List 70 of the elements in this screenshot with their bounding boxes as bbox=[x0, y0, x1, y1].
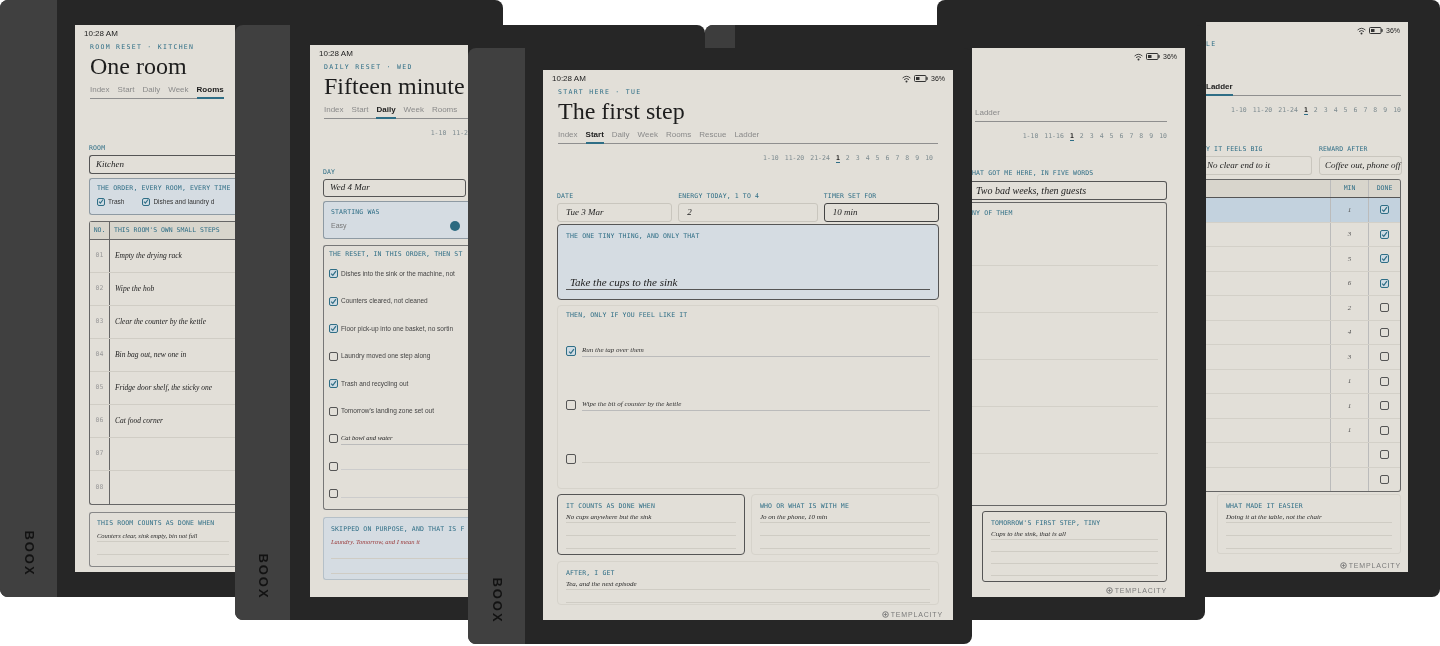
checkbox[interactable] bbox=[329, 296, 338, 306]
wifi-icon bbox=[902, 74, 911, 83]
checkbox[interactable] bbox=[329, 351, 338, 361]
input-field[interactable]: 10 min bbox=[823, 203, 939, 222]
checkbox[interactable] bbox=[566, 454, 576, 464]
tab[interactable]: Start bbox=[117, 84, 135, 99]
tab[interactable]: Week bbox=[168, 84, 189, 99]
answer-box[interactable]: Take the cups to the sink bbox=[566, 275, 930, 290]
tab[interactable]: Rooms bbox=[196, 84, 224, 99]
tab[interactable]: Ladder bbox=[734, 129, 760, 144]
tab[interactable]: Start bbox=[351, 104, 369, 119]
checkbox[interactable] bbox=[1380, 450, 1389, 460]
tab[interactable]: Week bbox=[637, 129, 658, 144]
input-field[interactable]: Tue 3 Mar bbox=[557, 203, 673, 222]
tab[interactable]: Rooms bbox=[431, 104, 458, 119]
checkbox[interactable] bbox=[1380, 376, 1389, 386]
tab[interactable]: Week bbox=[403, 104, 424, 119]
battery-icon bbox=[1369, 27, 1383, 34]
checkbox[interactable] bbox=[1380, 401, 1389, 411]
checkbox[interactable] bbox=[1380, 254, 1389, 264]
input-field[interactable]: Kitchen bbox=[89, 155, 235, 174]
tab[interactable]: Index bbox=[324, 104, 344, 119]
tab[interactable]: Daily bbox=[142, 84, 161, 99]
logo-icon bbox=[1339, 562, 1347, 569]
input-field[interactable]: No clear end to it bbox=[1206, 156, 1312, 175]
checkbox[interactable] bbox=[1380, 474, 1389, 484]
checkbox[interactable] bbox=[1380, 229, 1389, 239]
checkbox[interactable] bbox=[329, 406, 338, 416]
checkbox[interactable] bbox=[142, 197, 151, 206]
checkbox[interactable] bbox=[566, 400, 576, 410]
wifi-icon bbox=[1134, 52, 1143, 61]
checkbox[interactable] bbox=[329, 269, 338, 279]
status-time: 10:28 AM bbox=[319, 48, 353, 59]
logo-icon bbox=[1105, 587, 1113, 594]
checkbox[interactable] bbox=[329, 324, 338, 334]
status-time: 10:28 AM bbox=[84, 28, 118, 39]
checkbox[interactable] bbox=[97, 197, 105, 206]
checkbox[interactable] bbox=[1380, 278, 1389, 288]
input-field[interactable]: Two bad weeks, then guests bbox=[972, 181, 1167, 200]
tab[interactable]: Index bbox=[90, 84, 110, 99]
checkbox[interactable] bbox=[329, 379, 338, 389]
tab[interactable]: Index bbox=[558, 129, 578, 144]
tab[interactable]: Start bbox=[585, 129, 604, 144]
battery-icon bbox=[1146, 53, 1160, 60]
page-title: The first step bbox=[558, 97, 686, 125]
wifi-icon bbox=[1357, 26, 1366, 35]
checkbox[interactable] bbox=[1380, 352, 1389, 362]
tab[interactable]: Ladder bbox=[1206, 81, 1233, 96]
tab[interactable]: Daily bbox=[376, 104, 396, 119]
checkbox[interactable] bbox=[329, 489, 338, 499]
checkbox[interactable] bbox=[1380, 303, 1389, 313]
tab[interactable]: Rooms bbox=[665, 129, 692, 144]
checkbox[interactable] bbox=[329, 434, 338, 444]
scale-marker[interactable] bbox=[450, 221, 460, 232]
logo-icon bbox=[881, 611, 889, 618]
input-field[interactable]: 2 bbox=[678, 203, 818, 222]
tab[interactable]: Daily bbox=[611, 129, 630, 144]
tab[interactable]: Rescue bbox=[699, 129, 727, 144]
checkbox[interactable] bbox=[566, 346, 576, 356]
status-time: 10:28 AM bbox=[552, 73, 586, 84]
battery-icon bbox=[914, 75, 928, 82]
page-title: Fifteen minute bbox=[324, 72, 466, 100]
checkbox[interactable] bbox=[1380, 425, 1389, 435]
page-title: One room bbox=[90, 52, 188, 80]
checkbox[interactable] bbox=[329, 461, 338, 471]
input-field[interactable]: Wed 4 Mar bbox=[323, 179, 466, 197]
checkbox[interactable] bbox=[1380, 327, 1389, 337]
tab[interactable]: Ladder bbox=[975, 107, 1000, 122]
input-field[interactable]: Coffee out, phone off bbox=[1319, 156, 1402, 175]
checkbox[interactable] bbox=[1380, 205, 1389, 215]
